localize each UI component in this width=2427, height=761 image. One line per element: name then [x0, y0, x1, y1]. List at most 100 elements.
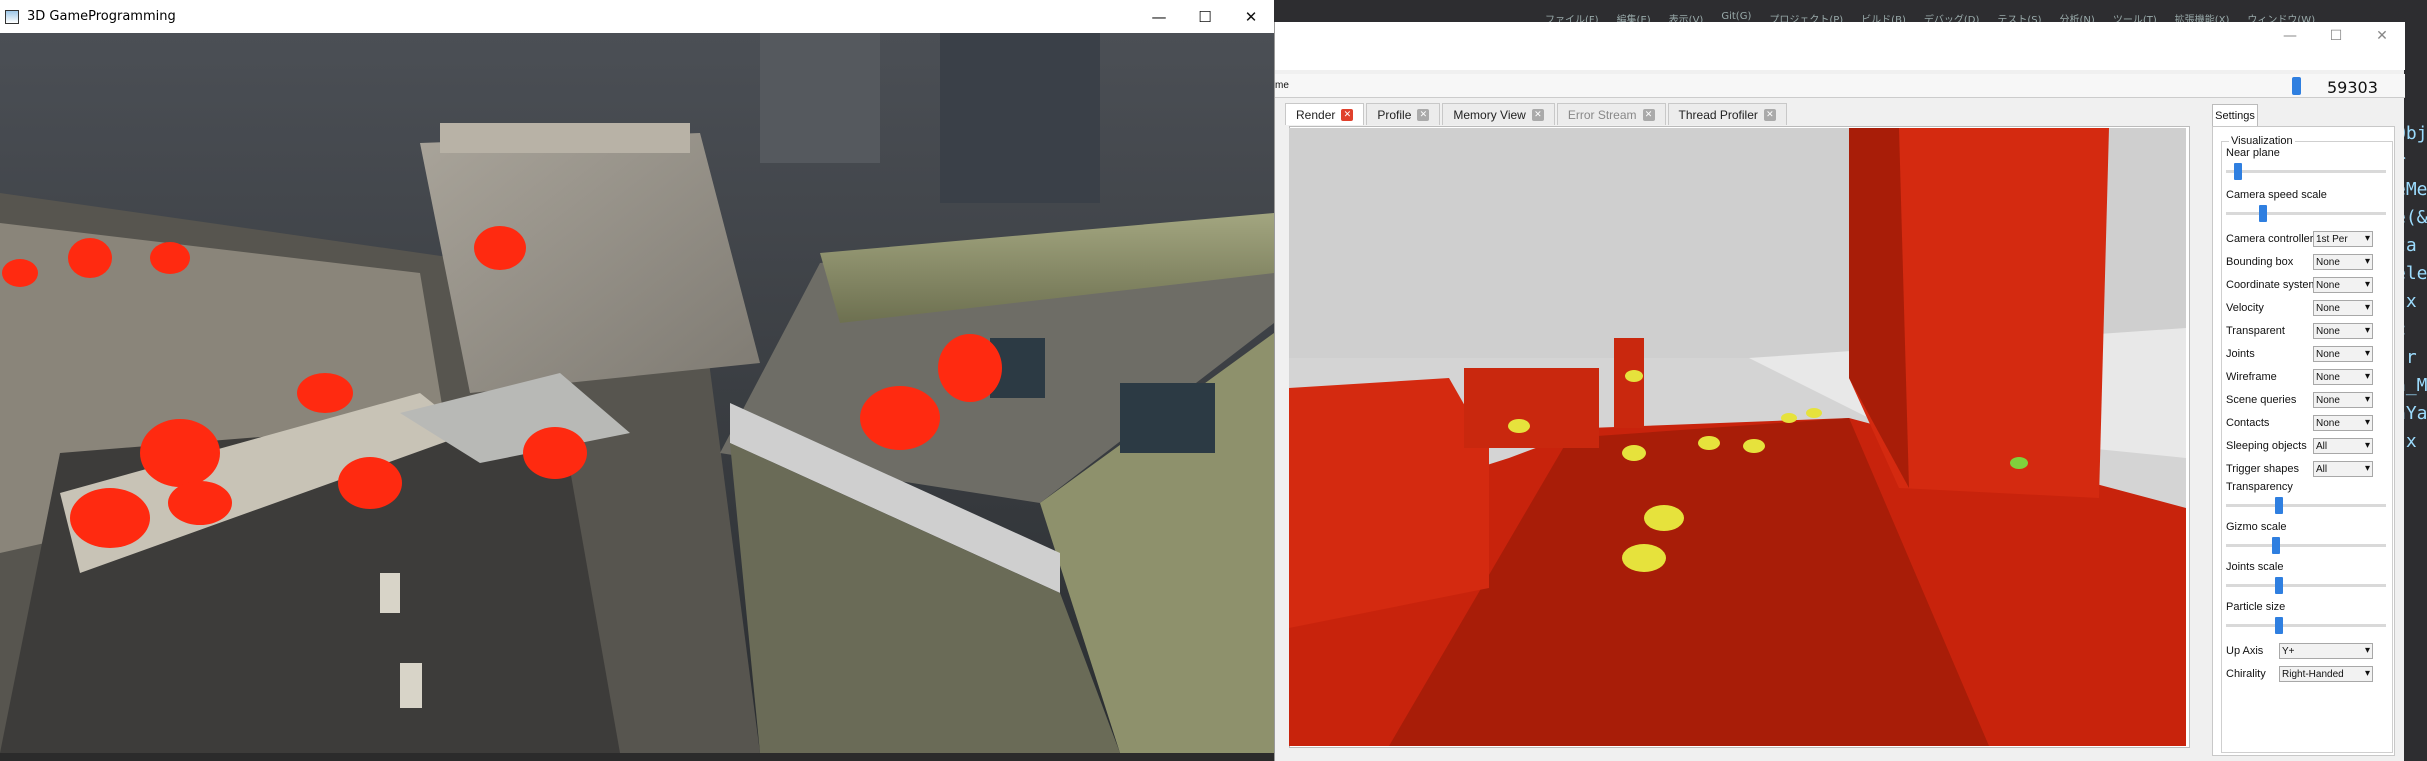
tab-label: Memory View: [1453, 107, 1526, 122]
timeline-label: me: [1275, 80, 1289, 91]
physics-render-viewport[interactable]: [1289, 128, 2186, 746]
game-titlebar[interactable]: 3D GameProgramming — ☐ ✕: [0, 0, 1274, 33]
chirality-label: Chirality: [2226, 668, 2266, 680]
trigger-shape: [1508, 419, 1530, 433]
trigger-shape: [1698, 436, 1720, 450]
trigger-shape: [1806, 408, 1822, 418]
minimize-button[interactable]: —: [1136, 0, 1182, 33]
enemy-blob: [140, 419, 220, 487]
tab-render[interactable]: Render ✕: [1285, 103, 1365, 125]
tab-profile[interactable]: Profile ✕: [1366, 103, 1441, 125]
pvd-titlebar[interactable]: — ☐ ✕: [1275, 22, 2405, 70]
distant-tower: [940, 33, 1100, 203]
pvd-minimize-button[interactable]: —: [2267, 22, 2313, 50]
tab-settings[interactable]: Settings: [2212, 104, 2258, 126]
slider-knob[interactable]: [2274, 497, 2283, 514]
velocity-select[interactable]: None: [2313, 300, 2373, 316]
up-axis-label: Up Axis: [2226, 645, 2264, 657]
close-icon[interactable]: ✕: [1642, 108, 1655, 121]
transparency-label: Transparency: [2226, 481, 2293, 493]
tab-memory-view[interactable]: Memory View ✕: [1442, 103, 1555, 125]
sleeping-objects-label: Sleeping objects: [2226, 440, 2307, 452]
contacts-select[interactable]: None: [2313, 415, 2373, 431]
chirality-select[interactable]: Right-Handed: [2279, 666, 2373, 682]
red-building-left: [1289, 378, 1489, 628]
close-icon[interactable]: ✕: [1531, 108, 1544, 121]
slider-knob[interactable]: [2259, 205, 2268, 222]
bounding-box-select[interactable]: None: [2313, 254, 2373, 270]
gizmo-scale-label: Gizmo scale: [2226, 521, 2287, 533]
visualization-group-label: Visualization: [2229, 135, 2295, 147]
joints-scale-label: Joints scale: [2226, 561, 2284, 573]
trigger-shapes-select[interactable]: All: [2313, 461, 2373, 477]
maximize-button[interactable]: ☐: [1182, 0, 1228, 33]
camera-speed-label: Camera speed scale: [2226, 189, 2327, 201]
camera-controller-select[interactable]: 1st Per: [2313, 231, 2373, 247]
joints-scale-slider[interactable]: [2226, 577, 2386, 594]
transparent-select[interactable]: None: [2313, 323, 2373, 339]
joints-select[interactable]: None: [2313, 346, 2373, 362]
enemy-blob: [297, 373, 353, 413]
enemy-blob: [938, 334, 1002, 402]
brick-building: [420, 133, 760, 393]
enemy-blob: [860, 386, 940, 450]
window: [1120, 383, 1215, 453]
tab-thread-profiler[interactable]: Thread Profiler ✕: [1667, 103, 1787, 125]
close-icon[interactable]: ✕: [1417, 108, 1430, 121]
coordinate-system-select[interactable]: None: [2313, 277, 2373, 293]
timeline-handle[interactable]: [2292, 77, 2301, 95]
close-button[interactable]: ✕: [1228, 0, 1274, 33]
tab-error-stream[interactable]: Error Stream ✕: [1556, 103, 1666, 125]
trigger-shape: [1625, 370, 1643, 382]
game-3d-viewport[interactable]: [0, 33, 1274, 753]
trigger-shape: [1622, 544, 1666, 572]
app-window-icon: [5, 9, 19, 24]
road-marking: [380, 573, 400, 613]
close-icon[interactable]: ✕: [1763, 108, 1776, 121]
frame-number: 59303: [2327, 78, 2378, 97]
pvd-window: — ☐ ✕ me 59303 Render ✕ Profile ✕ Memory…: [1274, 22, 2405, 761]
slider-knob[interactable]: [2274, 577, 2283, 594]
red-scaffold: [1614, 338, 1644, 428]
contacts-label: Contacts: [2226, 417, 2270, 429]
enemy-blob: [150, 242, 190, 274]
brick-roof-wall: [440, 123, 690, 153]
particle-size-slider[interactable]: [2226, 617, 2386, 634]
close-icon[interactable]: ✕: [1341, 108, 1354, 121]
camera-speed-slider[interactable]: [2226, 205, 2386, 222]
bounding-box-label: Bounding box: [2226, 256, 2294, 268]
enemy-blob: [523, 427, 587, 479]
pvd-close-button[interactable]: ✕: [2359, 22, 2405, 50]
sleeping-objects-select[interactable]: All: [2313, 438, 2373, 454]
velocity-label: Velocity: [2226, 302, 2264, 314]
trigger-shape: [1644, 505, 1684, 531]
transparency-slider[interactable]: [2226, 497, 2386, 514]
particle-size-label: Particle size: [2226, 601, 2286, 613]
gizmo-scale-slider[interactable]: [2226, 537, 2386, 554]
scene-queries-label: Scene queries: [2226, 394, 2297, 406]
scene-queries-select[interactable]: None: [2313, 392, 2373, 408]
tab-label: Thread Profiler: [1678, 107, 1758, 122]
wireframe-select[interactable]: None: [2313, 369, 2373, 385]
frame-timeline[interactable]: me 59303: [1275, 74, 2405, 98]
joints-label: Joints: [2226, 348, 2255, 360]
up-axis-select[interactable]: Y+: [2279, 643, 2373, 659]
road-marking: [400, 663, 422, 708]
slider-knob[interactable]: [2271, 537, 2280, 554]
trigger-shapes-label: Trigger shapes: [2226, 463, 2299, 475]
wireframe-label: Wireframe: [2226, 371, 2277, 383]
near-plane-label: Near plane: [2226, 147, 2280, 159]
slider-knob[interactable]: [2274, 617, 2283, 634]
enemy-blob: [68, 238, 112, 278]
enemy-blob: [338, 457, 402, 509]
pvd-maximize-button[interactable]: ☐: [2313, 22, 2359, 50]
tab-label: Profile: [1377, 107, 1412, 122]
trigger-shape: [1622, 445, 1646, 461]
trigger-shape: [1743, 439, 1765, 453]
game-window-bottom-edge: [0, 753, 1274, 761]
slider-knob[interactable]: [2233, 163, 2242, 180]
enemy-blob: [168, 481, 232, 525]
tab-label: Render: [1296, 107, 1336, 122]
near-plane-slider[interactable]: [2226, 163, 2386, 180]
enemy-blob: [70, 488, 150, 548]
